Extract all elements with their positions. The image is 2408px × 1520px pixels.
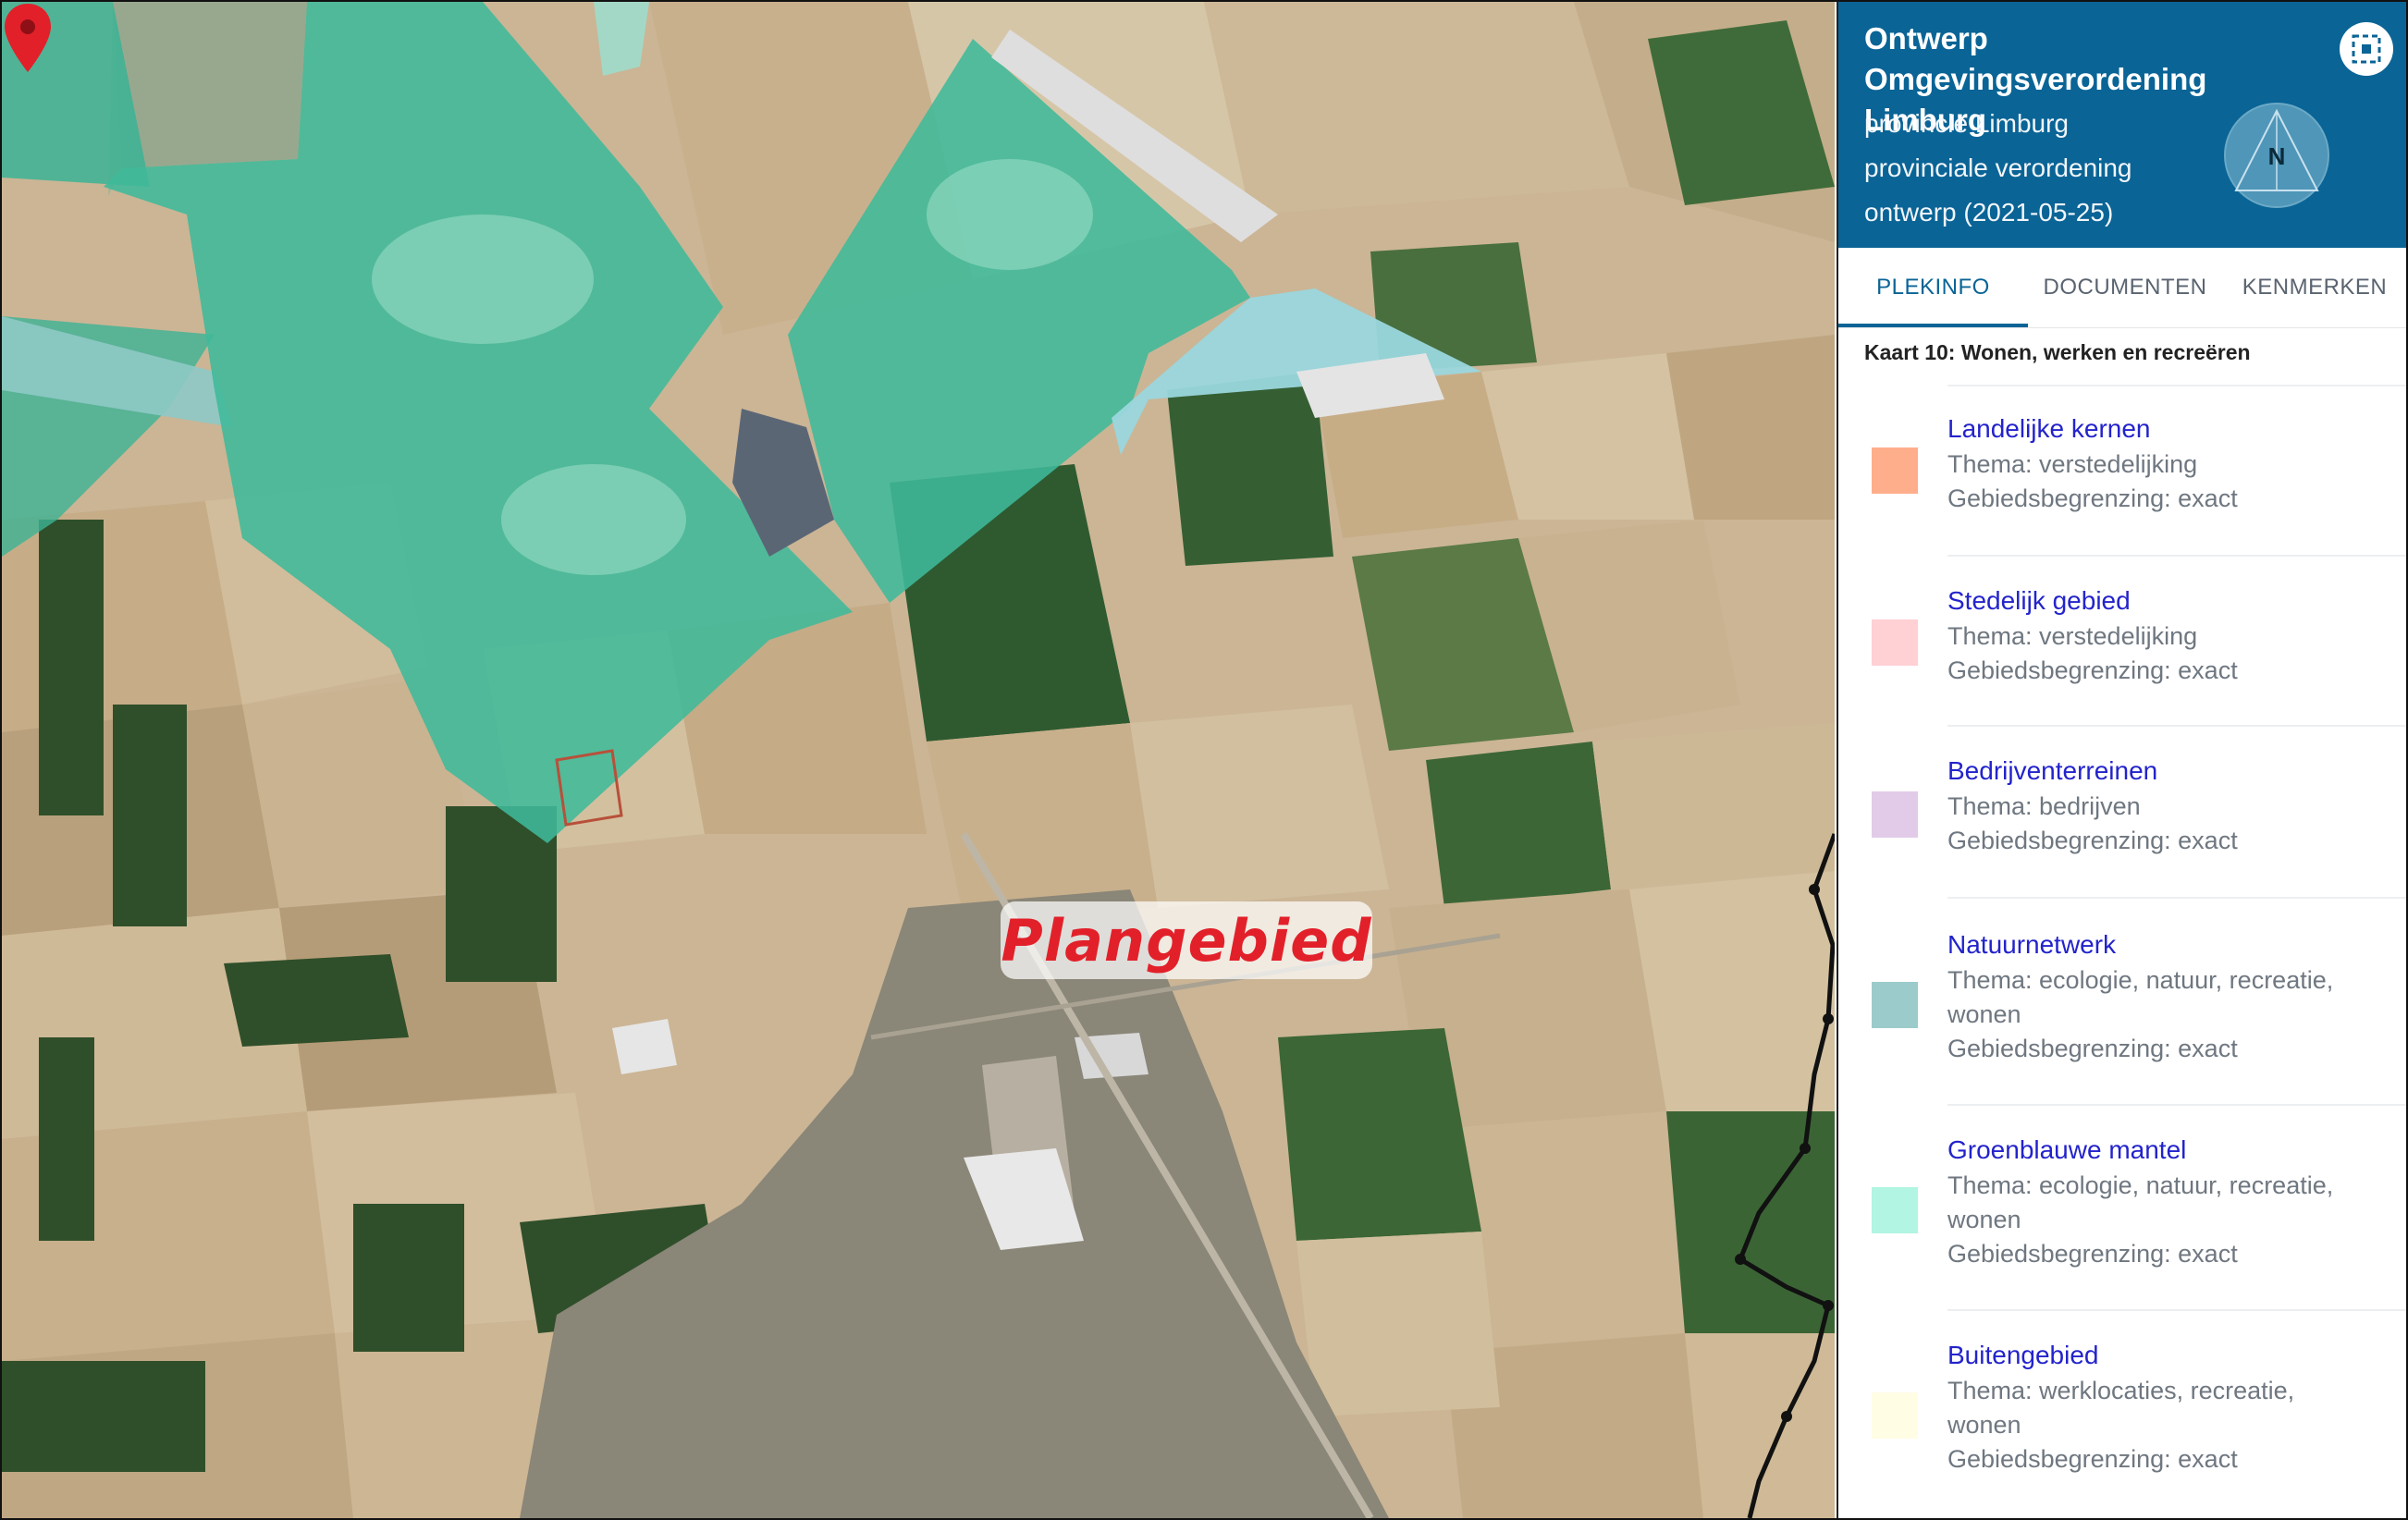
legend-swatch	[1872, 619, 1918, 666]
legend-item-theme: Thema: verstedelijking	[1947, 450, 2198, 478]
legend-item-title[interactable]: Groenblauwe mantel	[1947, 1135, 2186, 1165]
legend-item-groenblauwe-mantel[interactable]: Groenblauwe mantel Thema: ecologie, natu…	[1838, 1135, 2406, 1293]
tab-kenmerken[interactable]: KENMERKEN	[2222, 248, 2406, 327]
divider	[1947, 725, 2406, 727]
map-marker-icon[interactable]	[2, 2, 54, 76]
legend-item-theme: Thema: ecologie, natuur, recreatie,	[1947, 966, 2334, 994]
plan-type: provinciale verordening	[1864, 153, 2132, 182]
legend-item-natuurnetwerk[interactable]: Natuurnetwerk Thema: ecologie, natuur, r…	[1838, 930, 2406, 1087]
legend-item-boundary: Gebiedsbegrenzing: exact	[1947, 1240, 2238, 1268]
legend-swatch	[1872, 791, 1918, 838]
plan-status: ontwerp (2021-05-25)	[1864, 198, 2114, 227]
legend-item-stedelijk-gebied[interactable]: Stedelijk gebied Thema: verstedelijking …	[1838, 586, 2406, 706]
legend-item-theme: Thema: ecologie, natuur, recreatie,	[1947, 1171, 2334, 1199]
divider	[1947, 1104, 2406, 1106]
legend-item-bedrijventerreinen[interactable]: Bedrijventerreinen Thema: bedrijven Gebi…	[1838, 756, 2406, 876]
divider	[1947, 1309, 2406, 1311]
info-panel: Ontwerp Omgevingsverordening Limburg pro…	[1837, 2, 2406, 1518]
screenshot-frame: Plangebied Ontwerp Omgevingsverordening …	[0, 0, 2408, 1520]
compass-letter: N	[2268, 142, 2286, 170]
legend-item-boundary: Gebiedsbegrenzing: exact	[1947, 827, 2238, 854]
plan-authority: provincie Limburg	[1864, 109, 2069, 138]
legend-swatch	[1872, 1187, 1918, 1233]
legend-swatch	[1872, 982, 1918, 1028]
divider	[1947, 555, 2406, 557]
legend-item-boundary: Gebiedsbegrenzing: exact	[1947, 484, 2238, 512]
legend-item-boundary: Gebiedsbegrenzing: exact	[1947, 656, 2238, 684]
panel-header: Ontwerp Omgevingsverordening Limburg pro…	[1838, 2, 2406, 248]
legend-item-buitengebied[interactable]: Buitengebied Thema: werklocaties, recrea…	[1838, 1341, 2406, 1498]
legend-swatch	[1872, 447, 1918, 494]
legend-item-boundary: Gebiedsbegrenzing: exact	[1947, 1445, 2238, 1473]
map-section-title: Kaart 10: Wonen, werken en recreëren	[1864, 340, 2251, 364]
zoom-to-extent-button[interactable]	[2340, 22, 2393, 76]
legend-item-title[interactable]: Buitengebied	[1947, 1341, 2098, 1370]
legend-item-theme: Thema: werklocaties, recreatie,	[1947, 1377, 2295, 1404]
legend-item-theme: Thema: verstedelijking	[1947, 622, 2198, 650]
aerial-imagery	[2, 2, 1835, 1518]
divider	[1947, 897, 2406, 899]
legend-swatch	[1872, 1392, 1918, 1439]
legend-item-theme-cont: wonen	[1947, 1411, 2021, 1439]
legend-item-title[interactable]: Bedrijventerreinen	[1947, 756, 2157, 786]
plan-area-label: Plangebied	[1001, 901, 1372, 979]
tab-plekinfo[interactable]: PLEKINFO	[1838, 248, 2028, 327]
legend-item-theme: Thema: bedrijven	[1947, 792, 2141, 820]
tab-documenten[interactable]: DOCUMENTEN	[2028, 248, 2222, 327]
legend-item-boundary: Gebiedsbegrenzing: exact	[1947, 1035, 2238, 1062]
legend-item-landelijke-kernen[interactable]: Landelijke kernen Thema: verstedelijking…	[1838, 414, 2406, 534]
legend-item-title[interactable]: Stedelijk gebied	[1947, 586, 2131, 616]
legend-item-title[interactable]: Natuurnetwerk	[1947, 930, 2116, 960]
legend-item-theme-cont: wonen	[1947, 1206, 2021, 1233]
divider	[1947, 385, 2406, 386]
extent-icon	[2352, 34, 2381, 64]
legend-item-title[interactable]: Landelijke kernen	[1947, 414, 2151, 444]
plan-area-label-text: Plangebied	[1001, 906, 1372, 975]
map-view[interactable]: Plangebied	[2, 2, 1835, 1518]
panel-tabs: PLEKINFO DOCUMENTEN KENMERKEN	[1838, 248, 2406, 328]
compass-icon[interactable]: N	[2221, 100, 2332, 211]
legend-item-theme-cont: wonen	[1947, 1000, 2021, 1028]
